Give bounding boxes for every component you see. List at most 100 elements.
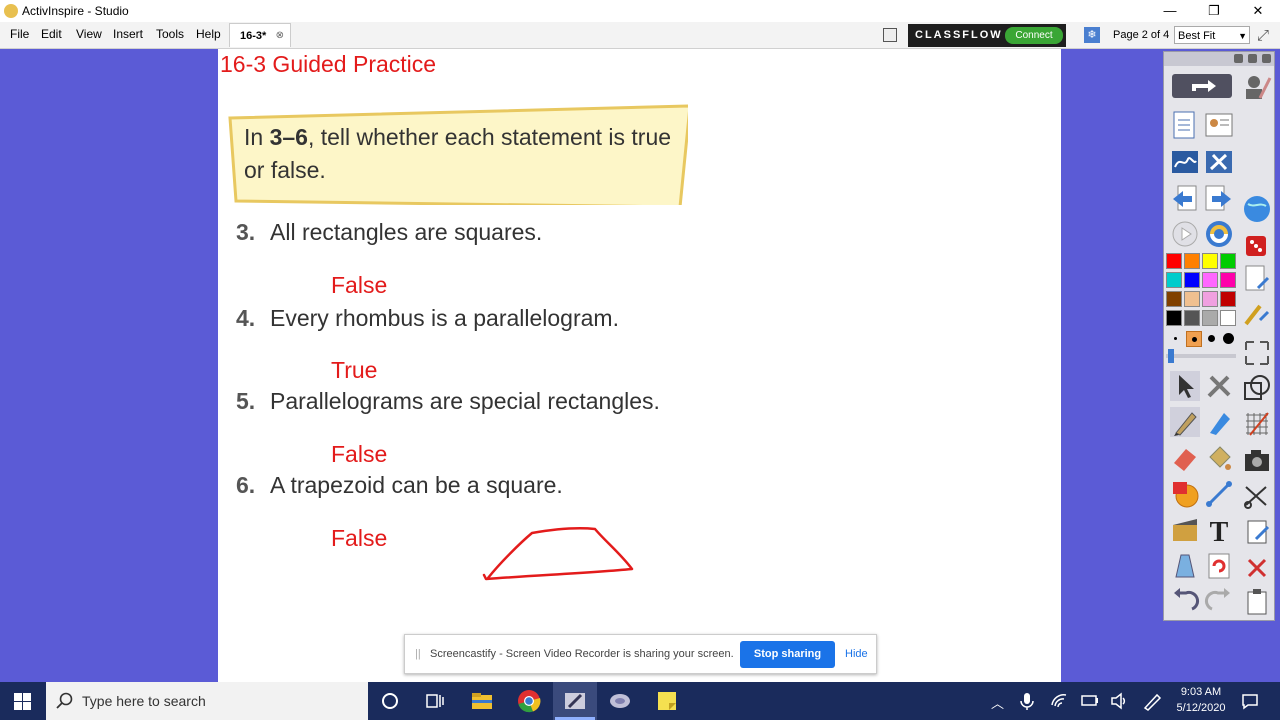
pen-width-medium-selected[interactable]	[1186, 331, 1202, 347]
menu-edit[interactable]: Edit	[41, 27, 62, 41]
color-swatch[interactable]	[1184, 291, 1200, 307]
delete-icon[interactable]	[1242, 553, 1272, 583]
classflow-logo: CLASSFLOW	[915, 29, 1003, 41]
minimize-button[interactable]: —	[1148, 1, 1192, 21]
sharing-message: Screencastify - Screen Video Recorder is…	[430, 648, 734, 660]
close-button[interactable]: ✕	[1236, 1, 1280, 21]
microphone-icon[interactable]	[1018, 691, 1042, 715]
share-icon[interactable]	[1172, 74, 1232, 100]
color-swatch[interactable]	[1220, 291, 1236, 307]
color-swatch[interactable]	[1184, 272, 1200, 288]
next-page-icon[interactable]	[1204, 184, 1234, 214]
color-swatch[interactable]	[1202, 310, 1218, 326]
previous-page-icon[interactable]	[1170, 184, 1200, 214]
dice-icon[interactable]	[1242, 230, 1272, 260]
clapperboard-icon[interactable]	[1170, 515, 1200, 545]
answer-5: False	[331, 441, 388, 467]
undo-icon[interactable]	[1170, 585, 1200, 615]
zoom-select[interactable]: Best Fit ▼	[1174, 26, 1250, 44]
document-tab[interactable]: 16-3* ⊗	[229, 23, 291, 47]
pen-width-large[interactable]	[1208, 335, 1215, 342]
camera-icon[interactable]	[1242, 445, 1272, 475]
notification-icon[interactable]	[1240, 691, 1264, 715]
grid-icon[interactable]	[1242, 409, 1272, 439]
page-edit-icon[interactable]	[1242, 517, 1272, 547]
redo-icon[interactable]	[1204, 585, 1234, 615]
shape-recognition-icon[interactable]	[1170, 479, 1200, 509]
fill-bucket-icon[interactable]	[1204, 443, 1234, 473]
color-swatch[interactable]	[1184, 253, 1200, 269]
pen-icon[interactable]	[1170, 407, 1200, 437]
eraser-icon[interactable]	[1170, 443, 1200, 473]
activinspire-taskbar-button[interactable]	[553, 682, 597, 720]
fullscreen-icon[interactable]	[1242, 338, 1272, 368]
chrome-icon[interactable]	[517, 689, 541, 713]
pen-width-slider[interactable]	[1166, 349, 1236, 363]
file-explorer-icon[interactable]	[470, 689, 494, 713]
color-swatch[interactable]	[1202, 253, 1218, 269]
menu-file[interactable]: File	[10, 27, 29, 41]
flipchart-page[interactable]: 16-3 Guided Practice In 3–6, tell whethe…	[218, 49, 1061, 682]
sticky-notes-icon[interactable]	[655, 689, 679, 713]
pen-workspace-icon[interactable]	[1142, 691, 1166, 715]
color-swatch[interactable]	[1166, 253, 1182, 269]
activinspire-icon	[565, 693, 585, 709]
app-icon[interactable]	[608, 689, 632, 713]
color-swatch[interactable]	[1166, 272, 1182, 288]
highlighter-icon[interactable]	[1204, 407, 1234, 437]
task-view-icon[interactable]	[423, 689, 447, 713]
grip-handle[interactable]: ||	[415, 648, 421, 660]
color-swatch[interactable]	[1166, 291, 1182, 307]
pen-width-xlarge[interactable]	[1223, 333, 1234, 344]
color-swatch[interactable]	[1220, 272, 1236, 288]
color-swatch[interactable]	[1166, 310, 1182, 326]
wifi-icon[interactable]	[1049, 691, 1073, 715]
snowflake-icon[interactable]: ❄	[1084, 27, 1100, 43]
clipboard-icon[interactable]	[1242, 587, 1272, 617]
battery-icon[interactable]	[1080, 692, 1104, 716]
profile-icon[interactable]	[1242, 72, 1272, 102]
globe-icon[interactable]	[1242, 194, 1272, 224]
toolbox-titlebar[interactable]	[1164, 52, 1274, 66]
dual-user-icon[interactable]	[1204, 219, 1234, 249]
connect-button[interactable]: Connect	[1005, 27, 1063, 44]
volume-icon[interactable]	[1109, 691, 1133, 715]
color-swatch[interactable]	[1220, 310, 1236, 326]
color-swatch[interactable]	[1202, 272, 1218, 288]
scissors-icon[interactable]	[1242, 481, 1272, 511]
menu-tools[interactable]: Tools	[156, 27, 184, 41]
stop-sharing-button[interactable]: Stop sharing	[740, 641, 835, 668]
menu-insert[interactable]: Insert	[113, 27, 143, 41]
clear-icon[interactable]	[1170, 551, 1200, 581]
text-tool-icon[interactable]: T	[1204, 515, 1234, 545]
color-swatch[interactable]	[1202, 291, 1218, 307]
maximize-button[interactable]: ❐	[1192, 1, 1236, 21]
tools-wrench-icon[interactable]	[1204, 147, 1234, 177]
windows-start-icon[interactable]	[14, 693, 31, 710]
color-swatch[interactable]	[1184, 310, 1200, 326]
page-browser-tool-icon[interactable]	[1170, 110, 1200, 140]
clock-date[interactable]: 5/12/2020	[1172, 702, 1230, 714]
object-browser-icon[interactable]	[1204, 110, 1234, 140]
tool-settings-icon[interactable]	[1204, 371, 1234, 401]
reset-page-icon[interactable]	[1204, 551, 1234, 581]
clock-time[interactable]: 9:03 AM	[1178, 686, 1224, 698]
connector-icon[interactable]	[1204, 479, 1234, 509]
pen-width-small[interactable]	[1174, 337, 1177, 340]
play-icon[interactable]	[1170, 219, 1200, 249]
taskbar-search-box[interactable]: Type here to search	[46, 682, 368, 720]
hide-link[interactable]: Hide	[845, 648, 868, 660]
select-cursor-icon[interactable]	[1170, 371, 1200, 401]
menu-help[interactable]: Help	[196, 27, 221, 41]
close-tab-icon[interactable]: ⊗	[276, 24, 284, 48]
menu-view[interactable]: View	[76, 27, 102, 41]
magic-pen-icon[interactable]	[1242, 300, 1272, 330]
show-hidden-icons-icon[interactable]: ︿	[991, 693, 1004, 712]
cortana-icon[interactable]	[378, 689, 402, 713]
document-wand-icon[interactable]	[1242, 264, 1272, 294]
page-browser-icon[interactable]	[883, 28, 897, 42]
color-swatch[interactable]	[1220, 253, 1236, 269]
expand-icon[interactable]: ⤢	[1257, 27, 1269, 44]
shape-icon[interactable]	[1242, 373, 1272, 403]
handwriting-icon[interactable]	[1170, 147, 1200, 177]
